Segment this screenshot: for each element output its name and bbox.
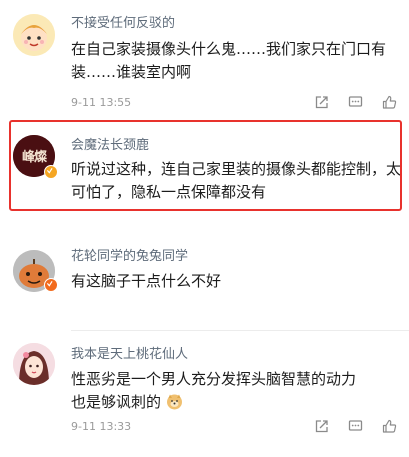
avatar-logo-text: 峰燦 [21, 150, 47, 165]
comment-text-line: 性恶劣是一个男人充分发挥头脑智慧的动力 [71, 370, 357, 388]
comment-text: 有这脑子干点什么不好 [71, 272, 222, 290]
comment-icon[interactable] [348, 95, 363, 110]
share-icon[interactable] [314, 419, 329, 434]
comment-icon[interactable] [348, 419, 363, 434]
avatar[interactable] [13, 343, 55, 385]
avatar[interactable] [13, 14, 55, 56]
verified-badge-icon [44, 278, 58, 292]
comment-item: 峰燦 会魔法长颈鹿 听说过这种，连自己家里装的摄像头都能控制，太可怕了，隐私一点… [0, 120, 409, 230]
doge-emoji-icon [166, 394, 182, 410]
username[interactable]: 不接受任何反驳的 [71, 12, 175, 31]
comment-item: 不接受任何反驳的 在自己家装摄像头什么鬼……我们家只在门口有装……谁装室内啊 9… [0, 0, 409, 120]
comment-text-line-2: 也是够讽刺的 [71, 391, 403, 414]
comment-date: 9-11 13:55 [71, 96, 132, 109]
cartoon-child-icon [13, 14, 55, 56]
username[interactable]: 我本是天上桃花仙人 [71, 343, 188, 362]
comment-text: 听说过这种，连自己家里装的摄像头都能控制，太可怕了，隐私一点保障都没有 [71, 160, 402, 201]
comment-text: 性恶劣是一个男人充分发挥头脑智慧的动力 也是够讽刺的 [71, 368, 403, 414]
comment-date: 9-11 13:33 [71, 420, 132, 433]
like-icon[interactable] [382, 419, 397, 434]
like-icon[interactable] [382, 95, 397, 110]
comment-item: 花轮同学的兔兔同学 有这脑子干点什么不好 [0, 240, 409, 331]
verified-badge-icon [44, 165, 58, 179]
username[interactable]: 花轮同学的兔兔同学 [71, 245, 188, 264]
share-icon[interactable] [314, 95, 329, 110]
comment-text: 在自己家装摄像头什么鬼……我们家只在门口有装……谁装室内啊 [71, 40, 387, 81]
comment-text-fragment: 也是够讽刺的 [71, 393, 162, 411]
divider [71, 330, 409, 331]
comment-item: 我本是天上桃花仙人 性恶劣是一个男人充分发挥头脑智慧的动力 也是够讽刺的 9-1… [0, 335, 409, 457]
anime-girl-icon [13, 343, 55, 385]
username[interactable]: 会魔法长颈鹿 [71, 134, 149, 153]
